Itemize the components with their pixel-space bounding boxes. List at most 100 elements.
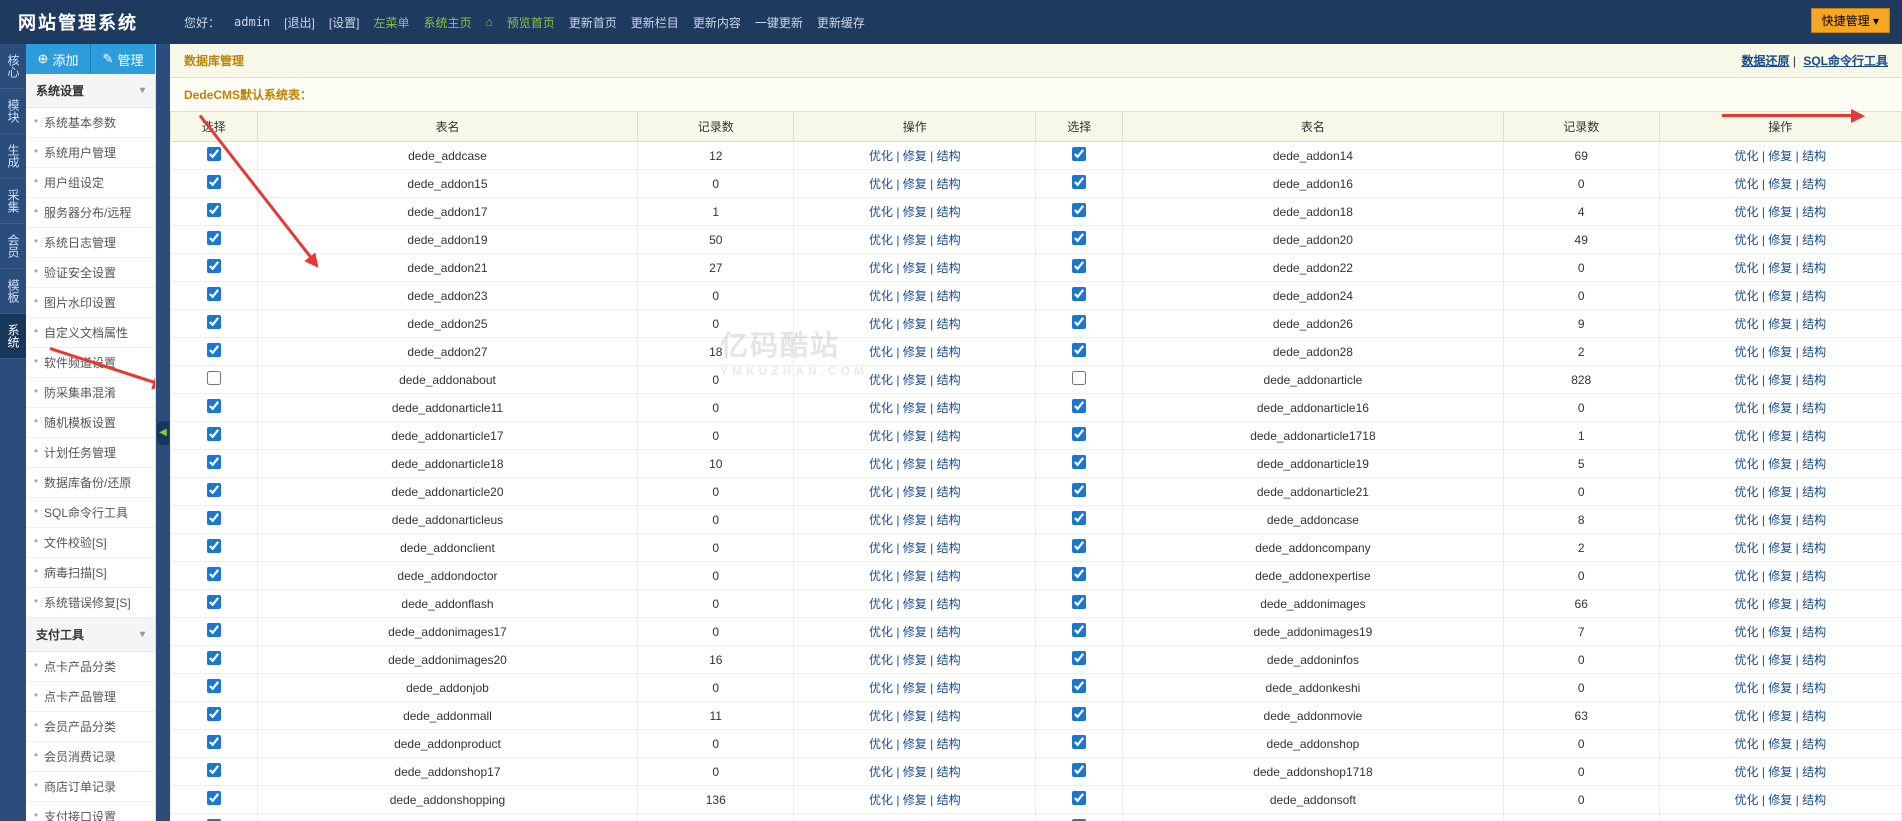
op-links[interactable]: 优化 | 修复 | 结构 xyxy=(1735,373,1827,387)
add-button[interactable]: ⊕ 添加 xyxy=(26,44,91,74)
preview-home-link[interactable]: 预览首页 xyxy=(501,10,561,35)
row-checkbox[interactable] xyxy=(1072,511,1086,525)
op-links[interactable]: 优化 | 修复 | 结构 xyxy=(1735,541,1827,555)
op-links[interactable]: 优化 | 修复 | 结构 xyxy=(869,149,961,163)
op-links[interactable]: 优化 | 修复 | 结构 xyxy=(1735,317,1827,331)
op-links[interactable]: 优化 | 修复 | 结构 xyxy=(869,653,961,667)
row-checkbox[interactable] xyxy=(207,483,221,497)
row-checkbox[interactable] xyxy=(207,651,221,665)
op-links[interactable]: 优化 | 修复 | 结构 xyxy=(869,513,961,527)
op-links[interactable]: 优化 | 修复 | 结构 xyxy=(869,317,961,331)
row-checkbox[interactable] xyxy=(207,763,221,777)
row-checkbox[interactable] xyxy=(1072,259,1086,273)
sidebar-group-system-settings[interactable]: 系统设置 ▾ xyxy=(26,74,155,108)
row-checkbox[interactable] xyxy=(1072,371,1086,385)
row-checkbox[interactable] xyxy=(207,735,221,749)
sidebar-item[interactable]: 计划任务管理 xyxy=(26,438,155,468)
row-checkbox[interactable] xyxy=(207,287,221,301)
row-checkbox[interactable] xyxy=(1072,343,1086,357)
op-links[interactable]: 优化 | 修复 | 结构 xyxy=(1735,345,1827,359)
op-links[interactable]: 优化 | 修复 | 结构 xyxy=(869,289,961,303)
sidebar-toggle-handle[interactable]: ◀ xyxy=(156,44,170,821)
update-home-link[interactable]: 更新首页 xyxy=(563,10,623,35)
row-checkbox[interactable] xyxy=(1072,147,1086,161)
op-links[interactable]: 优化 | 修复 | 结构 xyxy=(869,373,961,387)
op-links[interactable]: 优化 | 修复 | 结构 xyxy=(1735,233,1827,247)
op-links[interactable]: 优化 | 修复 | 结构 xyxy=(1735,513,1827,527)
op-links[interactable]: 优化 | 修复 | 结构 xyxy=(1735,681,1827,695)
one-click-update-link[interactable]: 一键更新 xyxy=(749,10,809,35)
op-links[interactable]: 优化 | 修复 | 结构 xyxy=(869,261,961,275)
op-links[interactable]: 优化 | 修复 | 结构 xyxy=(869,457,961,471)
row-checkbox[interactable] xyxy=(207,371,221,385)
op-links[interactable]: 优化 | 修复 | 结构 xyxy=(869,541,961,555)
row-checkbox[interactable] xyxy=(1072,399,1086,413)
op-links[interactable]: 优化 | 修复 | 结构 xyxy=(1735,261,1827,275)
left-tab-系统[interactable]: 系统 xyxy=(0,314,26,359)
row-checkbox[interactable] xyxy=(207,147,221,161)
row-checkbox[interactable] xyxy=(1072,651,1086,665)
left-tab-会员[interactable]: 会员 xyxy=(0,224,26,269)
row-checkbox[interactable] xyxy=(1072,707,1086,721)
op-links[interactable]: 优化 | 修复 | 结构 xyxy=(869,233,961,247)
row-checkbox[interactable] xyxy=(207,595,221,609)
op-links[interactable]: 优化 | 修复 | 结构 xyxy=(1735,765,1827,779)
update-cache-link[interactable]: 更新缓存 xyxy=(811,10,871,35)
update-content-link[interactable]: 更新内容 xyxy=(687,10,747,35)
op-links[interactable]: 优化 | 修复 | 结构 xyxy=(1735,205,1827,219)
op-links[interactable]: 优化 | 修复 | 结构 xyxy=(1735,429,1827,443)
sidebar-item[interactable]: 文件校验[S] xyxy=(26,528,155,558)
row-checkbox[interactable] xyxy=(1072,175,1086,189)
row-checkbox[interactable] xyxy=(207,175,221,189)
row-checkbox[interactable] xyxy=(207,259,221,273)
sidebar-item[interactable]: 系统日志管理 xyxy=(26,228,155,258)
sidebar-item[interactable]: 数据库备份/还原 xyxy=(26,468,155,498)
left-tab-模板[interactable]: 模板 xyxy=(0,269,26,314)
row-checkbox[interactable] xyxy=(207,567,221,581)
sidebar-item[interactable]: 图片水印设置 xyxy=(26,288,155,318)
row-checkbox[interactable] xyxy=(1072,287,1086,301)
op-links[interactable]: 优化 | 修复 | 结构 xyxy=(1735,149,1827,163)
op-links[interactable]: 优化 | 修复 | 结构 xyxy=(1735,737,1827,751)
sidebar-item[interactable]: 点卡产品分类 xyxy=(26,652,155,682)
op-links[interactable]: 优化 | 修复 | 结构 xyxy=(869,205,961,219)
row-checkbox[interactable] xyxy=(207,707,221,721)
op-links[interactable]: 优化 | 修复 | 结构 xyxy=(1735,709,1827,723)
op-links[interactable]: 优化 | 修复 | 结构 xyxy=(1735,485,1827,499)
sidebar-item[interactable]: 系统用户管理 xyxy=(26,138,155,168)
op-links[interactable]: 优化 | 修复 | 结构 xyxy=(1735,569,1827,583)
op-links[interactable]: 优化 | 修复 | 结构 xyxy=(1735,625,1827,639)
row-checkbox[interactable] xyxy=(207,343,221,357)
row-checkbox[interactable] xyxy=(1072,231,1086,245)
row-checkbox[interactable] xyxy=(1072,679,1086,693)
left-tab-生成[interactable]: 生成 xyxy=(0,134,26,179)
op-links[interactable]: 优化 | 修复 | 结构 xyxy=(869,625,961,639)
op-links[interactable]: 优化 | 修复 | 结构 xyxy=(1735,653,1827,667)
op-links[interactable]: 优化 | 修复 | 结构 xyxy=(869,345,961,359)
left-tab-核心[interactable]: 核心 xyxy=(0,44,26,89)
row-checkbox[interactable] xyxy=(207,455,221,469)
sidebar-item[interactable]: 用户组设定 xyxy=(26,168,155,198)
row-checkbox[interactable] xyxy=(207,679,221,693)
op-links[interactable]: 优化 | 修复 | 结构 xyxy=(1735,289,1827,303)
left-tab-采集[interactable]: 采集 xyxy=(0,179,26,224)
manage-button[interactable]: ✎ 管理 xyxy=(91,44,155,74)
row-checkbox[interactable] xyxy=(207,399,221,413)
row-checkbox[interactable] xyxy=(207,539,221,553)
op-links[interactable]: 优化 | 修复 | 结构 xyxy=(869,569,961,583)
row-checkbox[interactable] xyxy=(207,511,221,525)
op-links[interactable]: 优化 | 修复 | 结构 xyxy=(1735,401,1827,415)
sidebar-item[interactable]: 软件频道设置 xyxy=(26,348,155,378)
row-checkbox[interactable] xyxy=(207,791,221,805)
update-column-link[interactable]: 更新栏目 xyxy=(625,10,685,35)
op-links[interactable]: 优化 | 修复 | 结构 xyxy=(869,177,961,191)
row-checkbox[interactable] xyxy=(1072,203,1086,217)
row-checkbox[interactable] xyxy=(207,427,221,441)
sidebar-item[interactable]: 自定义文档属性 xyxy=(26,318,155,348)
sys-home-link[interactable]: 系统主页 xyxy=(418,10,478,35)
row-checkbox[interactable] xyxy=(1072,483,1086,497)
logout-link[interactable]: [退出] xyxy=(278,10,321,35)
quick-manage-button[interactable]: 快捷管理 ▾ xyxy=(1811,8,1890,33)
op-links[interactable]: 优化 | 修复 | 结构 xyxy=(869,597,961,611)
row-checkbox[interactable] xyxy=(1072,567,1086,581)
